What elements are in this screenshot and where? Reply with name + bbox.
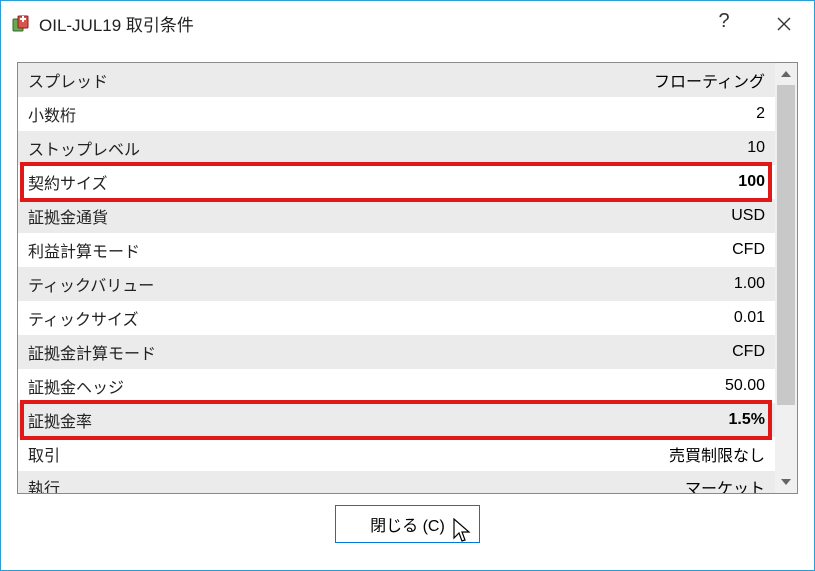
dialog-window: OIL-JUL19 取引条件 ? スプレッド フローティング 小数桁 2 ストッ…	[0, 0, 815, 571]
dialog-footer: 閉じる (C)	[17, 494, 798, 554]
row-contract-size: 契約サイズ 100	[18, 165, 775, 199]
row-label: 執行	[28, 475, 60, 493]
row-label: ティックバリュー	[28, 272, 154, 296]
row-margin-rate: 証拠金率 1.5%	[18, 403, 775, 437]
close-button[interactable]: 閉じる (C)	[335, 505, 480, 543]
window-title: OIL-JUL19 取引条件	[39, 11, 694, 36]
row-value: 1.00	[734, 275, 765, 293]
row-label: 小数桁	[28, 102, 76, 126]
row-value: 売買制限なし	[669, 442, 765, 466]
row-digits: 小数桁 2	[18, 97, 775, 131]
row-profit-calc-mode: 利益計算モード CFD	[18, 233, 775, 267]
row-stop-level: ストップレベル 10	[18, 131, 775, 165]
row-tick-size: ティックサイズ 0.01	[18, 301, 775, 335]
help-button[interactable]: ?	[694, 1, 754, 46]
row-value: CFD	[732, 241, 765, 259]
content-area: スプレッド フローティング 小数桁 2 ストップレベル 10 契約サイズ 100…	[1, 46, 814, 570]
row-label: 証拠金率	[28, 408, 92, 432]
row-value: 50.00	[725, 377, 765, 395]
row-value: フローティング	[654, 68, 765, 92]
properties-list: スプレッド フローティング 小数桁 2 ストップレベル 10 契約サイズ 100…	[17, 62, 798, 494]
window-controls: ?	[694, 1, 814, 46]
row-execution: 執行 マーケット	[18, 471, 775, 493]
row-label: 証拠金通貨	[28, 204, 108, 228]
row-label: 証拠金ヘッジ	[28, 374, 124, 398]
row-label: スプレッド	[28, 68, 108, 92]
row-value: マーケット	[685, 475, 765, 493]
scroll-up-arrow-icon[interactable]	[775, 63, 797, 85]
row-margin-calc-mode: 証拠金計算モード CFD	[18, 335, 775, 369]
row-label: ストップレベル	[28, 136, 140, 160]
row-trade: 取引 売買制限なし	[18, 437, 775, 471]
row-value: CFD	[732, 343, 765, 361]
row-value: 1.5%	[729, 411, 765, 429]
close-window-button[interactable]	[754, 1, 814, 46]
row-value: USD	[731, 207, 765, 225]
row-margin-currency: 証拠金通貨 USD	[18, 199, 775, 233]
row-label: 契約サイズ	[28, 170, 108, 194]
titlebar: OIL-JUL19 取引条件 ?	[1, 1, 814, 46]
row-label: ティックサイズ	[28, 306, 139, 330]
vertical-scrollbar[interactable]	[775, 63, 797, 493]
row-margin-hedge: 証拠金ヘッジ 50.00	[18, 369, 775, 403]
row-tick-value: ティックバリュー 1.00	[18, 267, 775, 301]
scroll-thumb[interactable]	[777, 85, 795, 405]
scroll-down-arrow-icon[interactable]	[775, 471, 797, 493]
rows-container: スプレッド フローティング 小数桁 2 ストップレベル 10 契約サイズ 100…	[18, 63, 775, 493]
row-label: 取引	[28, 442, 60, 466]
row-spread: スプレッド フローティング	[18, 63, 775, 97]
row-label: 証拠金計算モード	[28, 340, 156, 364]
row-label: 利益計算モード	[28, 238, 140, 262]
row-value: 0.01	[734, 309, 765, 327]
app-icon	[11, 14, 31, 34]
row-value: 10	[747, 139, 765, 157]
row-value: 2	[756, 105, 765, 123]
row-value: 100	[738, 173, 765, 191]
